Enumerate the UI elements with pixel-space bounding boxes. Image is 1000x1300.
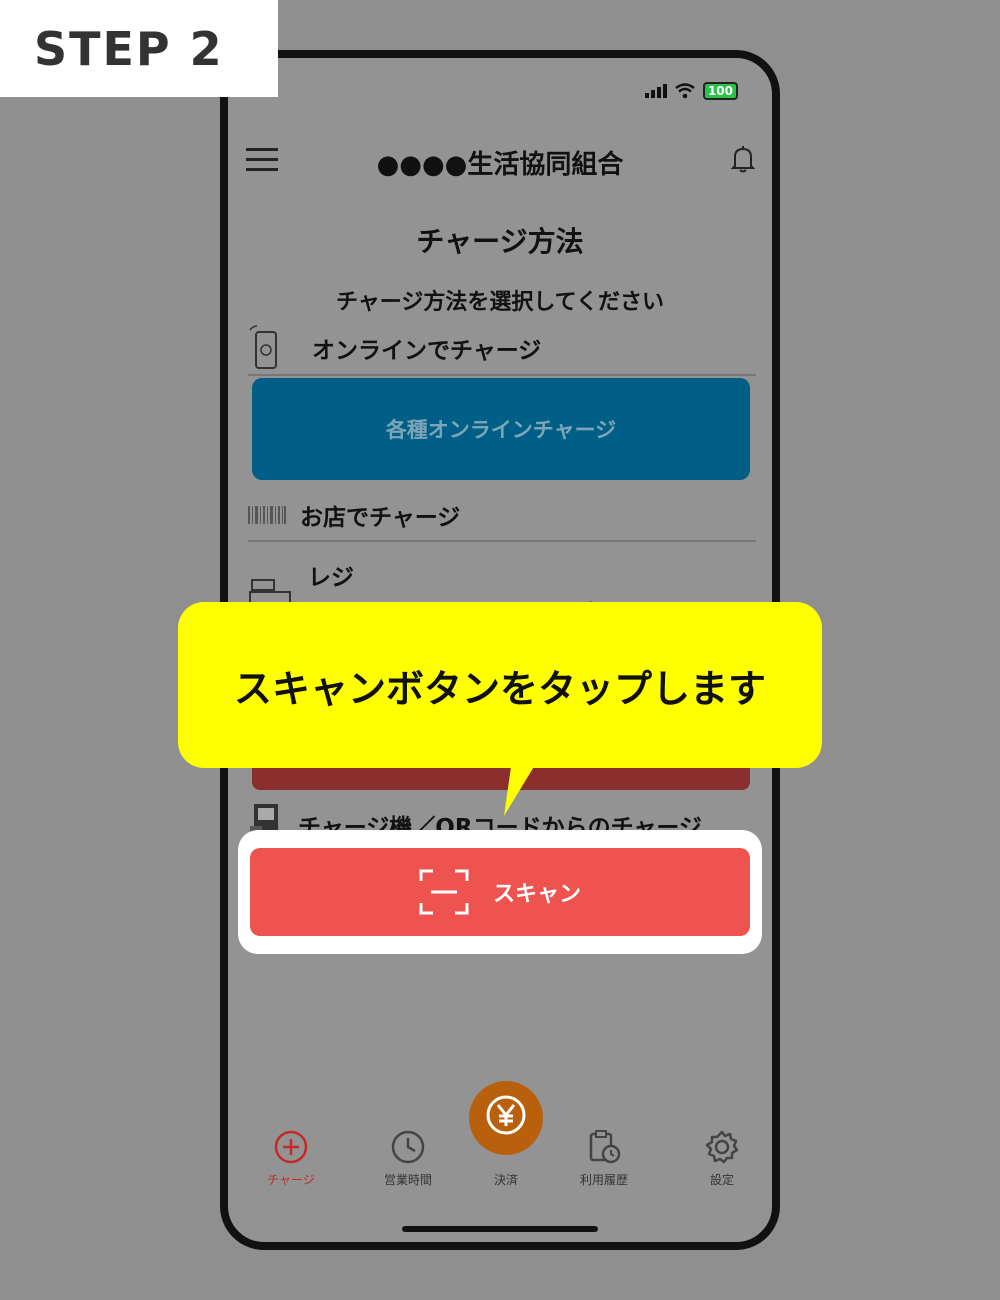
wifi-icon <box>675 83 695 99</box>
nav-label: チャージ <box>267 1173 315 1187</box>
instruction-callout: スキャンボタンをタップします <box>178 602 822 768</box>
signal-icon <box>644 84 667 98</box>
callout-tail <box>504 760 538 816</box>
scan-button[interactable]: スキャン <box>250 848 750 936</box>
store-section-label: お店でチャージ <box>300 505 461 531</box>
divider <box>248 374 756 376</box>
page-title: チャージ方法 <box>416 225 584 258</box>
register-label: レジ <box>308 565 354 591</box>
page-subtitle: チャージ方法を選択してください <box>335 290 665 315</box>
callout-text: スキャンボタンをタップします <box>233 666 766 711</box>
gear-icon <box>705 1130 739 1164</box>
smartphone-icon <box>249 325 277 369</box>
barcode-icon <box>248 506 286 524</box>
clock-icon <box>391 1130 425 1164</box>
scan-frame-icon <box>419 869 469 915</box>
bottom-nav: チャージ 営業時間 決済 利用履歴 設定 <box>228 1081 772 1198</box>
nav-item-settings[interactable]: 設定 <box>677 1129 767 1188</box>
scan-button-label: スキャン <box>492 882 581 907</box>
plus-circle-icon <box>274 1130 308 1164</box>
nav-item-history[interactable]: 利用履歴 <box>559 1129 649 1188</box>
nav-item-pay[interactable]: 決済 <box>461 1081 551 1188</box>
pay-button[interactable] <box>469 1081 543 1155</box>
app-header: ●●●●生活協同組合 <box>228 138 772 182</box>
online-section-header: オンラインでチャージ <box>248 324 756 372</box>
home-indicator <box>402 1226 598 1232</box>
nav-item-charge[interactable]: チャージ <box>246 1129 336 1188</box>
divider <box>248 540 756 542</box>
store-section-header: お店でチャージ <box>248 498 756 532</box>
online-section-label: オンラインでチャージ <box>312 338 542 364</box>
nav-label: 決済 <box>493 1173 518 1187</box>
yen-icon <box>486 1095 526 1135</box>
nav-item-hours[interactable]: 営業時間 <box>363 1129 453 1188</box>
online-charge-button[interactable]: 各種オンラインチャージ <box>252 378 750 480</box>
history-icon <box>589 1130 621 1164</box>
step-label: STEP 2 <box>0 0 278 97</box>
online-charge-button-label: 各種オンラインチャージ <box>385 418 617 442</box>
nav-label: 営業時間 <box>383 1173 432 1187</box>
bell-icon[interactable] <box>726 142 760 176</box>
nav-label: 設定 <box>709 1173 734 1187</box>
battery-indicator: 100 <box>702 82 738 100</box>
app-title: ●●●●生活協同組合 <box>376 150 624 180</box>
status-bar: 100 <box>644 82 738 100</box>
scan-highlight-frame: スキャン <box>238 830 762 954</box>
nav-label: 利用履歴 <box>579 1173 628 1187</box>
